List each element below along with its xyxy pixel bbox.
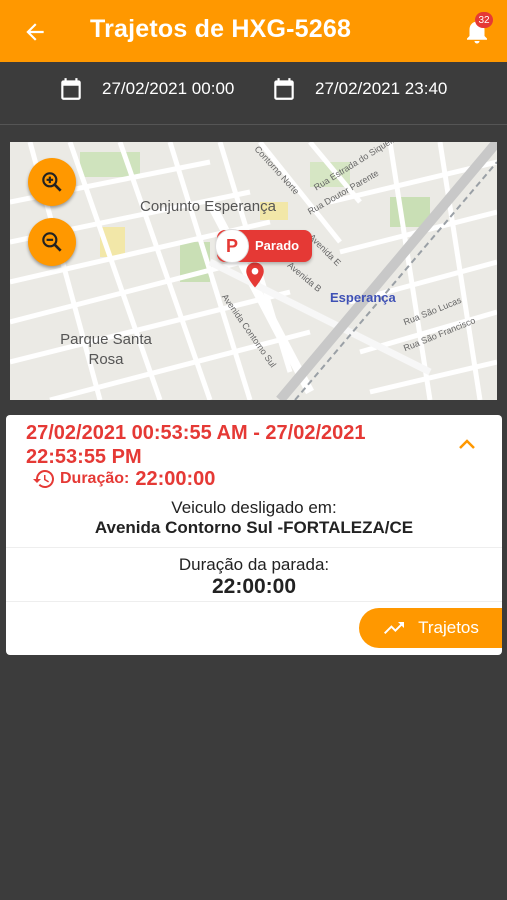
page-title: Trajetos de HXG-5268 (90, 15, 352, 43)
stop-address: Avenida Contorno Sul -FORTALEZA/CE (94, 518, 414, 537)
divider (6, 601, 502, 602)
zoom-in-button[interactable] (28, 158, 76, 206)
calendar-icon (274, 78, 294, 100)
duration-row: Duração: 22:00:00 (32, 467, 215, 491)
history-icon (33, 470, 54, 488)
map-label-conjunto: Conjunto Esperança (140, 198, 276, 215)
arrow-left-icon (26, 23, 44, 41)
duration-label: Duração: (60, 470, 130, 487)
map-label-parque: Parque Santa Rosa (60, 331, 152, 368)
zoom-out-button[interactable] (28, 218, 76, 266)
stop-duration-label: Duração da parada: (178, 555, 330, 574)
stop-details-card: 27/02/2021 00:53:55 AM - 27/02/2021 22:5… (6, 415, 502, 655)
zoom-out-icon (42, 232, 62, 252)
trajetos-button-label: Trajetos (418, 618, 479, 637)
app-bar: Trajetos de HXG-5268 32 (0, 0, 507, 62)
stop-duration-value: 22:00:00 (211, 575, 297, 598)
trending-up-icon (384, 622, 405, 634)
duration-value: 22:00:00 (135, 467, 216, 490)
stop-marker[interactable]: P Parado (215, 229, 312, 263)
chevron-up-icon[interactable] (458, 437, 476, 451)
start-date-picker[interactable]: 27/02/2021 00:00 (58, 76, 234, 102)
map-label-esperanca: Esperança (330, 290, 396, 305)
map-view[interactable]: Conjunto Esperança Parque Santa Rosa Esp… (10, 142, 497, 400)
vehicle-off-label: Veiculo desligado em: (171, 498, 337, 517)
calendar-icon (61, 78, 81, 100)
stop-marker-label: Parado (255, 238, 300, 253)
zoom-in-icon (42, 172, 62, 192)
location-pin-icon (246, 262, 264, 288)
end-date-value: 27/02/2021 23:40 (315, 79, 448, 98)
trajetos-button[interactable]: Trajetos (359, 608, 502, 648)
start-date-value: 27/02/2021 00:00 (102, 79, 235, 98)
end-date-picker[interactable]: 27/02/2021 23:40 (271, 76, 447, 102)
parking-icon: P (215, 229, 249, 263)
back-button[interactable] (18, 15, 52, 49)
notification-badge: 32 (475, 12, 493, 28)
divider (6, 547, 502, 548)
stop-time-range: 27/02/2021 00:53:55 AM - 27/02/2021 22:5… (26, 422, 366, 468)
date-filter-bar: 27/02/2021 00:00 27/02/2021 23:40 (0, 62, 507, 125)
